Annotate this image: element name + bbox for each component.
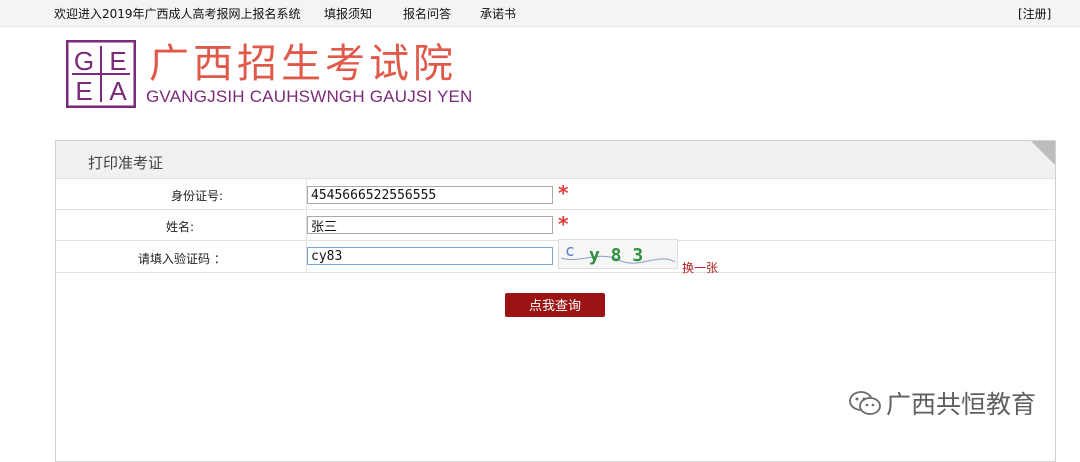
panel-title: 打印准考证 (88, 154, 164, 172)
captcha-label: 请填入验证码 ： (138, 252, 226, 266)
name-label: 姓名: (166, 220, 195, 234)
nav-link-faq[interactable]: 报名问答 (403, 5, 451, 22)
required-star-id: * (558, 181, 569, 205)
id-number-label: 身份证号: (171, 189, 224, 203)
query-button[interactable]: 点我查询 (505, 293, 605, 317)
captcha-image[interactable]: c y 8 3 (558, 239, 678, 269)
wechat-icon (849, 391, 881, 415)
logo-letter-a: A (109, 76, 127, 106)
required-star-name: * (558, 212, 569, 236)
register-link[interactable]: [注册] (1018, 5, 1051, 22)
welcome-text: 欢迎进入2019年广西成人高考报网上报名系统 (54, 7, 301, 21)
brand-name-chinese: 广西招生考试院 (149, 41, 457, 87)
corner-fold-icon (1031, 141, 1055, 165)
form-row-id: 身份证号: * (56, 179, 1055, 210)
captcha-text: y 8 3 (589, 245, 643, 266)
refresh-captcha-link[interactable]: 换一张 (682, 259, 718, 276)
brand-name-english: GVANGJSIH CAUHSWNGH GAUJSI YEN (146, 87, 473, 106)
nav-link-instructions[interactable]: 填报须知 (324, 5, 372, 22)
watermark-text: 广西共恒教育 (886, 390, 1037, 419)
logo-letter-g: G (74, 46, 94, 76)
name-input[interactable] (307, 216, 553, 234)
id-number-input[interactable] (307, 186, 553, 204)
nav-link-pledge[interactable]: 承诺书 (480, 5, 516, 22)
logo-letter-e2: E (75, 76, 92, 106)
top-bar: 欢迎进入2019年广西成人高考报网上报名系统 填报须知 报名问答 承诺书 [注册… (0, 0, 1080, 27)
logo-letter-e1: E (109, 46, 126, 76)
svg-text:c: c (565, 241, 575, 260)
panel-header: 打印准考证 (56, 141, 1055, 179)
form-row-captcha: 请填入验证码 ： (56, 241, 1055, 273)
geea-logo: G E E A (66, 40, 136, 108)
form-row-name: 姓名: * (56, 210, 1055, 241)
captcha-input[interactable] (307, 247, 553, 265)
